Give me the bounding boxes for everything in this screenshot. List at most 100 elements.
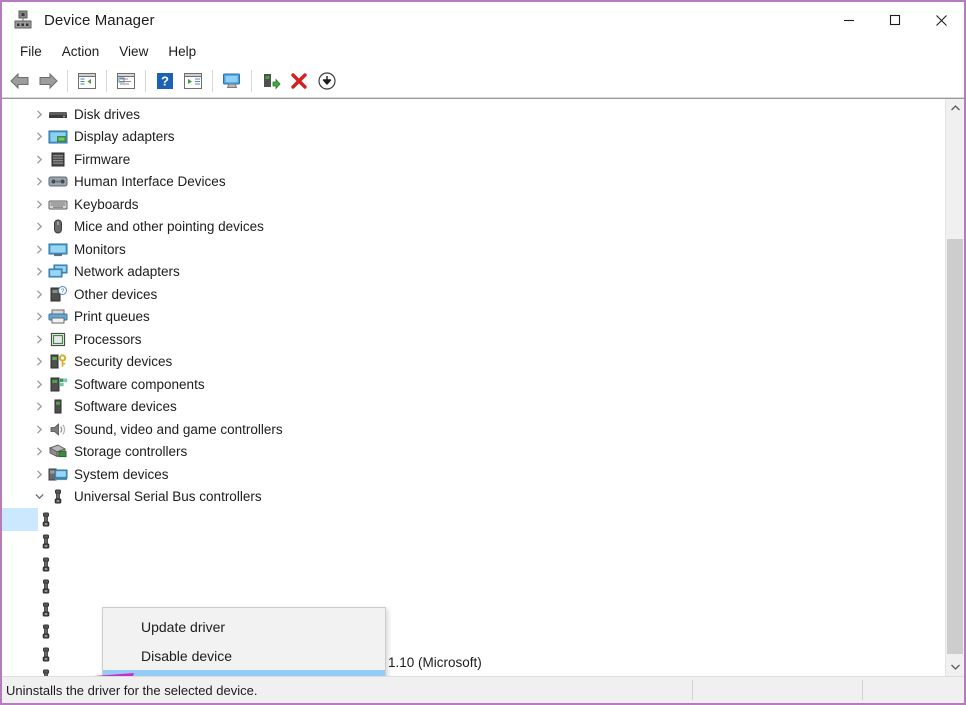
- tree-item-label: Storage controllers: [74, 444, 188, 460]
- chevron-right-icon[interactable]: [32, 267, 46, 276]
- usb-child-item[interactable]: [2, 508, 945, 531]
- minimize-button[interactable]: [826, 2, 872, 38]
- printer-icon: [48, 308, 68, 325]
- scan-hardware-changes-icon[interactable]: [218, 67, 246, 95]
- chevron-right-icon[interactable]: [32, 132, 46, 141]
- software-device-icon: [48, 398, 68, 415]
- context-menu-item-label: Disable device: [141, 647, 233, 664]
- system-device-icon: [48, 466, 68, 483]
- toolbar: ?: [2, 64, 964, 98]
- tree-item-label: Software components: [74, 376, 205, 392]
- vertical-scrollbar[interactable]: [945, 99, 964, 676]
- uninstall-device-icon[interactable]: [285, 67, 313, 95]
- selection-highlight: [2, 508, 38, 531]
- partial-device-label: 1.10 (Microsoft): [388, 655, 482, 670]
- update-driver-icon[interactable]: [179, 67, 207, 95]
- forward-icon[interactable]: [34, 67, 62, 95]
- context-menu[interactable]: Update driver Disable device Uninstall dev…: [102, 607, 386, 676]
- chevron-right-icon[interactable]: [32, 222, 46, 231]
- svg-text:?: ?: [161, 73, 169, 88]
- chevron-right-icon[interactable]: [32, 155, 46, 164]
- scroll-down-button[interactable]: [946, 658, 964, 676]
- menu-view[interactable]: View: [109, 41, 158, 62]
- tree-item-16[interactable]: System devices: [2, 463, 945, 486]
- tree-item-14[interactable]: Sound, video and game controllers: [2, 418, 945, 441]
- chevron-down-icon[interactable]: [32, 493, 46, 500]
- tree-item-13[interactable]: Software devices: [2, 396, 945, 419]
- tree-item-10[interactable]: Processors: [2, 328, 945, 351]
- tree-item-label: Security devices: [74, 354, 173, 370]
- storage-controller-icon: [48, 443, 68, 460]
- usb-child-item[interactable]: [2, 531, 945, 554]
- usb-device-icon: [36, 601, 56, 618]
- tree-item-9[interactable]: Print queues: [2, 306, 945, 329]
- context-menu-item-update-driver[interactable]: Update driver: [103, 612, 385, 641]
- tree-item-5[interactable]: Mice and other pointing devices: [2, 216, 945, 239]
- context-menu-item-disable-device[interactable]: Disable device: [103, 641, 385, 670]
- chevron-right-icon[interactable]: [32, 312, 46, 321]
- enable-device-icon[interactable]: [257, 67, 285, 95]
- context-menu-item-uninstall-device[interactable]: Uninstall device: [103, 670, 385, 676]
- tree-item-11[interactable]: Security devices: [2, 351, 945, 374]
- chevron-right-icon[interactable]: [32, 290, 46, 299]
- tree-item-4[interactable]: Keyboards: [2, 193, 945, 216]
- usb-child-item[interactable]: [2, 553, 945, 576]
- scrollbar-thumb[interactable]: [947, 239, 963, 654]
- display-adapter-icon: [48, 128, 68, 145]
- tree-item-1[interactable]: Display adapters: [2, 126, 945, 149]
- toolbar-separator: [106, 69, 107, 92]
- chevron-right-icon[interactable]: [32, 357, 46, 366]
- chevron-right-icon[interactable]: [32, 335, 46, 344]
- properties-icon[interactable]: [112, 67, 140, 95]
- status-divider: [692, 680, 693, 700]
- usb-child-item[interactable]: [2, 576, 945, 599]
- tree-item-6[interactable]: Monitors: [2, 238, 945, 261]
- usb-controller-icon: [48, 488, 68, 505]
- usb-device-icon: [36, 533, 56, 550]
- tree-item-label: Mice and other pointing devices: [74, 219, 264, 235]
- back-icon[interactable]: [6, 67, 34, 95]
- tree-item-label: Other devices: [74, 286, 158, 302]
- menu-help[interactable]: Help: [158, 41, 206, 62]
- chevron-right-icon[interactable]: [32, 425, 46, 434]
- tree-item-0[interactable]: Disk drives: [2, 103, 945, 126]
- usb-device-icon: [36, 623, 56, 640]
- firmware-icon: [48, 151, 68, 168]
- tree-item-8[interactable]: ? Other devices: [2, 283, 945, 306]
- chevron-right-icon[interactable]: [32, 200, 46, 209]
- toolbar-separator: [145, 69, 146, 92]
- disable-device-icon[interactable]: [313, 67, 341, 95]
- tree-item-label: Universal Serial Bus controllers: [74, 489, 262, 505]
- status-divider: [862, 680, 863, 700]
- tree-item-label: Print queues: [74, 309, 150, 325]
- tree-item-3[interactable]: Human Interface Devices: [2, 171, 945, 194]
- context-menu-item-label: Update driver: [141, 618, 226, 635]
- sound-device-icon: [48, 421, 68, 438]
- help-icon[interactable]: ?: [151, 67, 179, 95]
- tree-item-label: System devices: [74, 466, 169, 482]
- chevron-right-icon[interactable]: [32, 402, 46, 411]
- tree-item-17[interactable]: Universal Serial Bus controllers: [2, 486, 945, 509]
- chevron-right-icon[interactable]: [32, 470, 46, 479]
- chevron-right-icon[interactable]: [32, 380, 46, 389]
- tree-item-label: Disk drives: [74, 106, 141, 122]
- tree-item-label: Sound, video and game controllers: [74, 421, 283, 437]
- chevron-right-icon[interactable]: [32, 245, 46, 254]
- chevron-right-icon[interactable]: [32, 110, 46, 119]
- tree-item-7[interactable]: Network adapters: [2, 261, 945, 284]
- tree-item-12[interactable]: Software components: [2, 373, 945, 396]
- device-tree[interactable]: Disk drives Display adapters Firmware Human…: [2, 99, 945, 676]
- chevron-right-icon[interactable]: [32, 177, 46, 186]
- menu-action[interactable]: Action: [52, 41, 110, 62]
- tree-item-2[interactable]: Firmware: [2, 148, 945, 171]
- scroll-up-button[interactable]: [946, 99, 964, 117]
- tree-item-15[interactable]: Storage controllers: [2, 441, 945, 464]
- chevron-right-icon[interactable]: [32, 447, 46, 456]
- title-bar: Device Manager: [2, 2, 964, 38]
- maximize-button[interactable]: [872, 2, 918, 38]
- content-area: Disk drives Display adapters Firmware Human…: [2, 98, 964, 676]
- close-button[interactable]: [918, 2, 964, 38]
- menu-file[interactable]: File: [10, 41, 52, 62]
- device-manager-icon: [12, 9, 34, 31]
- show-hide-console-tree-icon[interactable]: [73, 67, 101, 95]
